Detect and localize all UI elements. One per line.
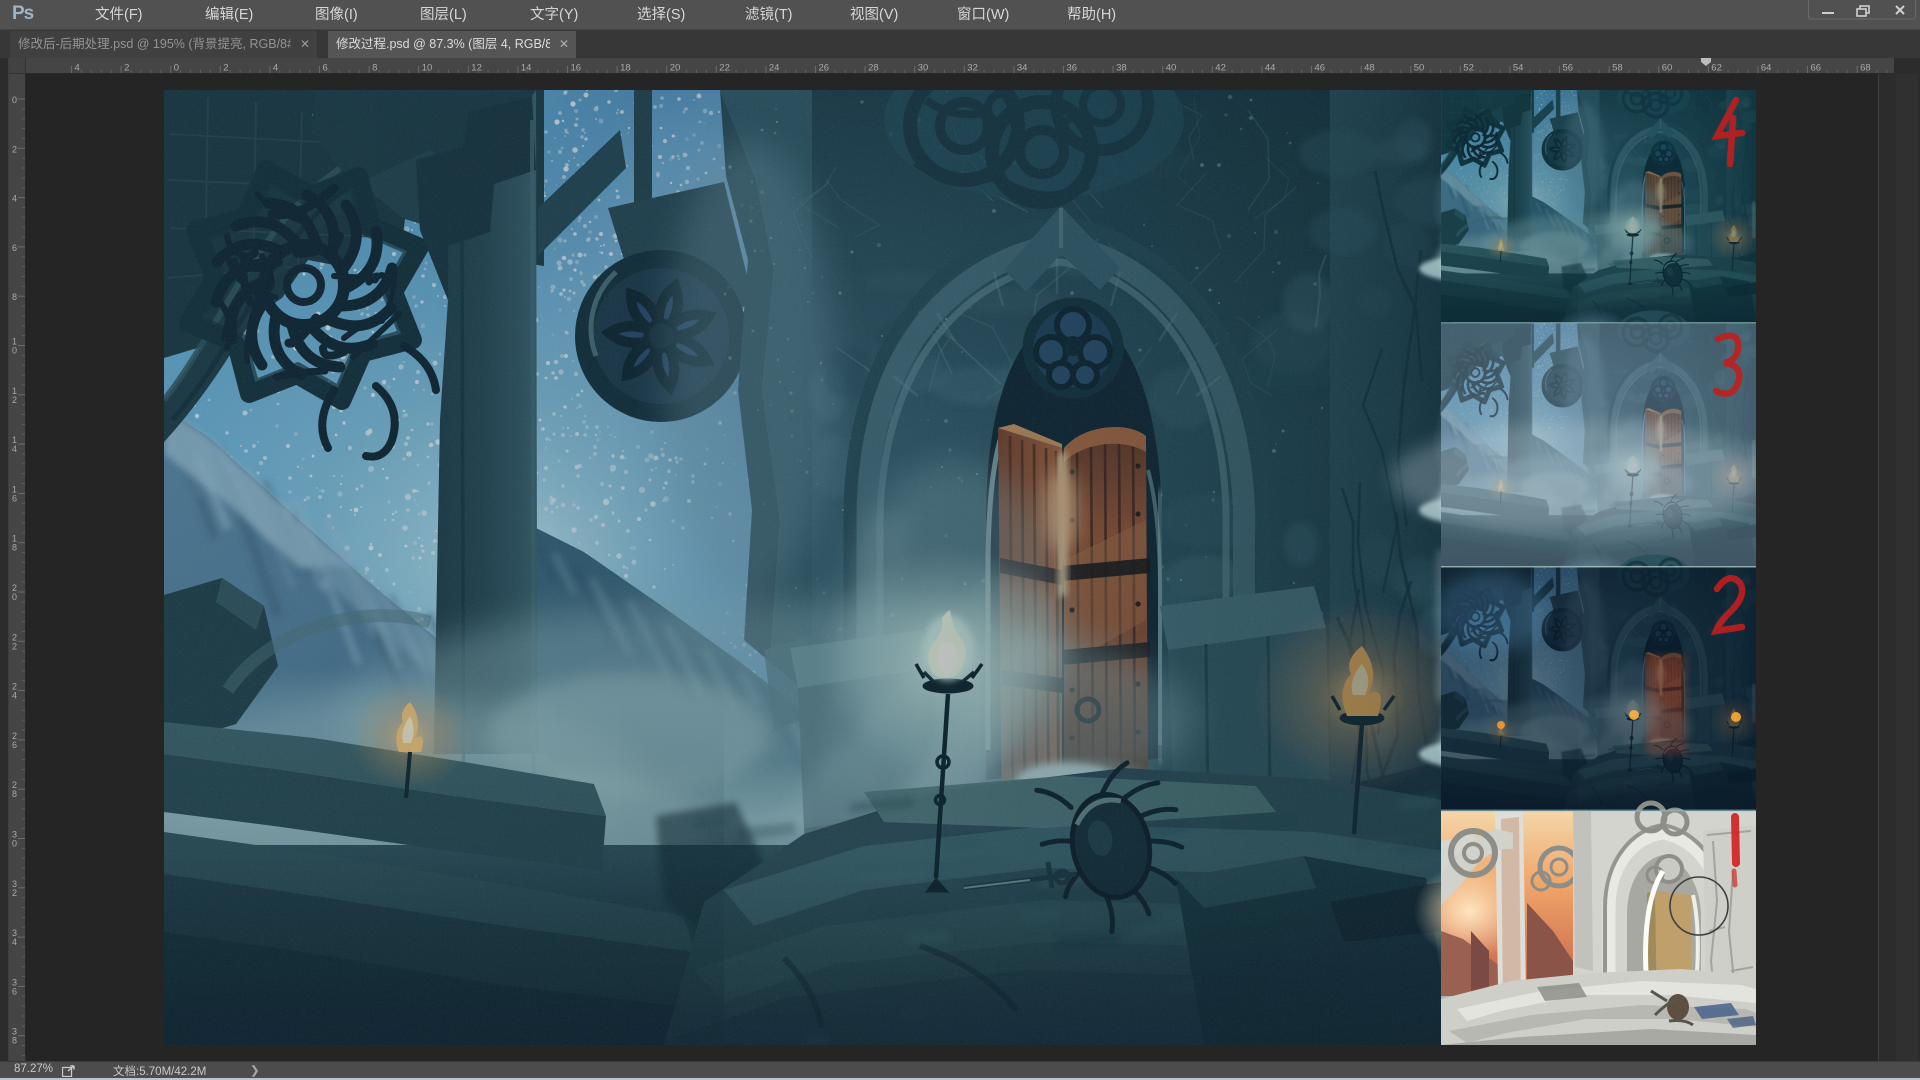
svg-text:18: 18 xyxy=(620,63,631,74)
svg-text:62: 62 xyxy=(1711,63,1722,74)
svg-text:2: 2 xyxy=(12,888,17,898)
svg-text:6: 6 xyxy=(12,986,17,996)
svg-text:0: 0 xyxy=(12,592,17,602)
svg-text:2: 2 xyxy=(12,641,17,651)
svg-text:8: 8 xyxy=(12,292,17,302)
svg-text:42: 42 xyxy=(1215,63,1226,74)
svg-text:0: 0 xyxy=(174,63,179,74)
svg-text:8: 8 xyxy=(12,1036,17,1046)
svg-text:14: 14 xyxy=(521,63,532,74)
svg-text:20: 20 xyxy=(670,63,681,74)
svg-text:2: 2 xyxy=(124,63,129,74)
svg-text:10: 10 xyxy=(422,63,433,74)
svg-text:4: 4 xyxy=(12,937,17,947)
svg-text:64: 64 xyxy=(1761,63,1772,74)
svg-text:16: 16 xyxy=(571,63,582,74)
svg-text:52: 52 xyxy=(1463,63,1474,74)
svg-text:48: 48 xyxy=(1364,63,1375,74)
svg-text:0: 0 xyxy=(12,95,17,105)
svg-text:46: 46 xyxy=(1315,63,1326,74)
svg-text:4: 4 xyxy=(12,691,17,701)
svg-text:6: 6 xyxy=(323,63,328,74)
svg-text:0: 0 xyxy=(12,839,17,849)
svg-text:36: 36 xyxy=(1067,63,1078,74)
svg-text:44: 44 xyxy=(1265,63,1276,74)
svg-text:34: 34 xyxy=(1017,63,1028,74)
svg-text:38: 38 xyxy=(1116,63,1127,74)
svg-text:66: 66 xyxy=(1811,63,1822,74)
svg-text:2: 2 xyxy=(12,395,17,405)
svg-text:0: 0 xyxy=(12,346,17,356)
svg-text:56: 56 xyxy=(1563,63,1574,74)
svg-text:60: 60 xyxy=(1662,63,1673,74)
svg-text:28: 28 xyxy=(868,63,879,74)
svg-text:4: 4 xyxy=(75,63,80,74)
svg-text:6: 6 xyxy=(12,493,17,503)
svg-text:8: 8 xyxy=(372,63,377,74)
svg-text:6: 6 xyxy=(12,740,17,750)
svg-text:6: 6 xyxy=(12,243,17,253)
svg-text:22: 22 xyxy=(719,63,730,74)
svg-text:12: 12 xyxy=(471,63,482,74)
svg-text:4: 4 xyxy=(12,444,17,454)
svg-text:8: 8 xyxy=(12,543,17,553)
svg-text:26: 26 xyxy=(819,63,830,74)
svg-text:4: 4 xyxy=(273,63,278,74)
svg-text:54: 54 xyxy=(1513,63,1524,74)
svg-text:30: 30 xyxy=(918,63,929,74)
svg-text:4: 4 xyxy=(12,194,17,204)
svg-text:40: 40 xyxy=(1166,63,1177,74)
svg-text:68: 68 xyxy=(1860,63,1871,74)
svg-text:8: 8 xyxy=(12,789,17,799)
svg-text:2: 2 xyxy=(223,63,228,74)
svg-text:58: 58 xyxy=(1612,63,1623,74)
svg-text:24: 24 xyxy=(769,63,780,74)
svg-text:50: 50 xyxy=(1414,63,1425,74)
svg-text:32: 32 xyxy=(967,63,978,74)
svg-text:2: 2 xyxy=(12,144,17,154)
